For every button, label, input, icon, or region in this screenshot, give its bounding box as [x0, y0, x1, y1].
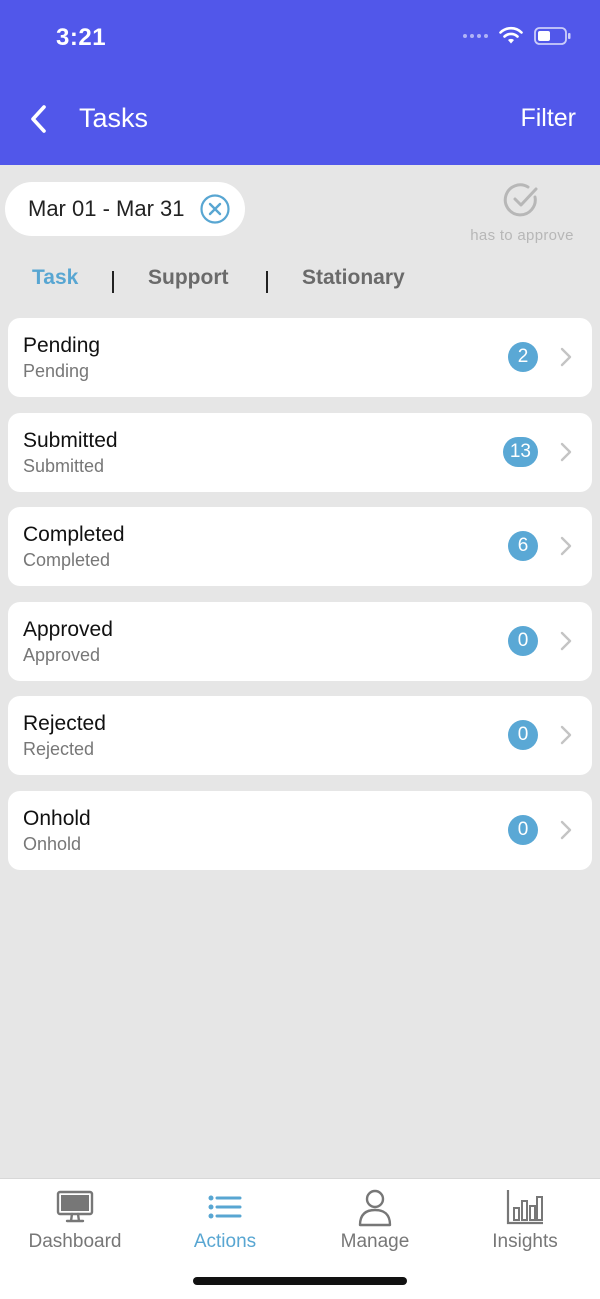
home-indicator [193, 1277, 407, 1285]
count-badge: 0 [508, 720, 538, 751]
back-button[interactable] [20, 100, 56, 138]
segment-tabs: Task Support Stationary [0, 266, 600, 298]
chevron-right-icon [560, 442, 572, 461]
tabbar-label: Insights [492, 1231, 558, 1252]
count-badge: 6 [508, 531, 538, 562]
count-badge: 0 [508, 625, 538, 656]
clear-date-icon[interactable] [199, 193, 231, 225]
chevron-right-icon [560, 536, 572, 556]
status-icons [463, 26, 572, 46]
tab-divider [266, 271, 268, 293]
row-title: Submitted [23, 428, 118, 452]
date-range-pill[interactable]: Mar 01 - Mar 31 [5, 182, 245, 236]
list-item-completed[interactable]: Completed Completed 6 [8, 507, 592, 587]
tab-task[interactable]: Task [32, 266, 78, 290]
row-title: Approved [23, 617, 113, 641]
row-subtitle: Approved [23, 644, 101, 665]
list-icon [208, 1195, 242, 1219]
tab-divider [112, 271, 114, 293]
check-circle-icon [503, 183, 538, 217]
list-item-onhold[interactable]: Onhold Onhold 0 [8, 790, 592, 870]
person-icon [358, 1189, 392, 1227]
list-item-approved[interactable]: Approved Approved 0 [8, 601, 592, 681]
row-subtitle: Rejected [23, 739, 95, 760]
row-subtitle: Onhold [23, 833, 82, 854]
row-subtitle: Submitted [23, 455, 105, 476]
bar-chart-icon [506, 1190, 543, 1225]
chevron-left-icon [31, 105, 46, 133]
chevron-right-icon [560, 347, 572, 367]
tabbar-actions[interactable]: Actions [150, 1179, 300, 1274]
row-title: Completed [23, 523, 125, 547]
tabbar-dashboard[interactable]: Dashboard [0, 1179, 150, 1274]
status-time: 3:21 [56, 24, 107, 51]
list-item-rejected[interactable]: Rejected Rejected 0 [8, 696, 592, 776]
monitor-icon [56, 1190, 94, 1223]
tabbar-manage[interactable]: Manage [300, 1179, 450, 1274]
tabbar-label: Manage [340, 1231, 410, 1252]
count-badge: 13 [502, 436, 538, 467]
row-title: Onhold [23, 806, 91, 830]
row-title: Rejected [23, 712, 106, 736]
tab-support[interactable]: Support [148, 266, 228, 290]
count-badge: 2 [508, 342, 538, 372]
app-header: 3:21 Tasks Filter [0, 0, 600, 165]
battery-icon [534, 27, 571, 45]
row-subtitle: Pending [23, 361, 90, 381]
filter-button[interactable]: Filter [520, 104, 576, 133]
task-status-list: Pending Pending 2 Submitted Submitted 13… [8, 318, 592, 886]
list-item-pending[interactable]: Pending Pending 2 [8, 318, 592, 397]
tab-stationary[interactable]: Stationary [302, 266, 405, 290]
tabbar-label: Actions [193, 1231, 257, 1252]
has-to-approve-label: has to approve [470, 227, 574, 244]
wifi-icon [499, 26, 523, 44]
chevron-right-icon [560, 726, 572, 745]
chevron-right-icon [560, 820, 572, 840]
row-subtitle: Completed [23, 550, 111, 571]
chevron-right-icon [560, 631, 572, 650]
tabbar-label: Dashboard [28, 1231, 122, 1252]
date-range-text: Mar 01 - Mar 31 [28, 196, 185, 221]
tabbar-insights[interactable]: Insights [450, 1179, 600, 1274]
list-item-submitted[interactable]: Submitted Submitted 13 [8, 412, 592, 492]
has-to-approve-button[interactable]: has to approve [462, 180, 582, 244]
signal-icon [463, 34, 488, 38]
count-badge: 0 [508, 814, 538, 845]
page-title: Tasks [79, 103, 149, 133]
row-title: Pending [23, 334, 101, 357]
